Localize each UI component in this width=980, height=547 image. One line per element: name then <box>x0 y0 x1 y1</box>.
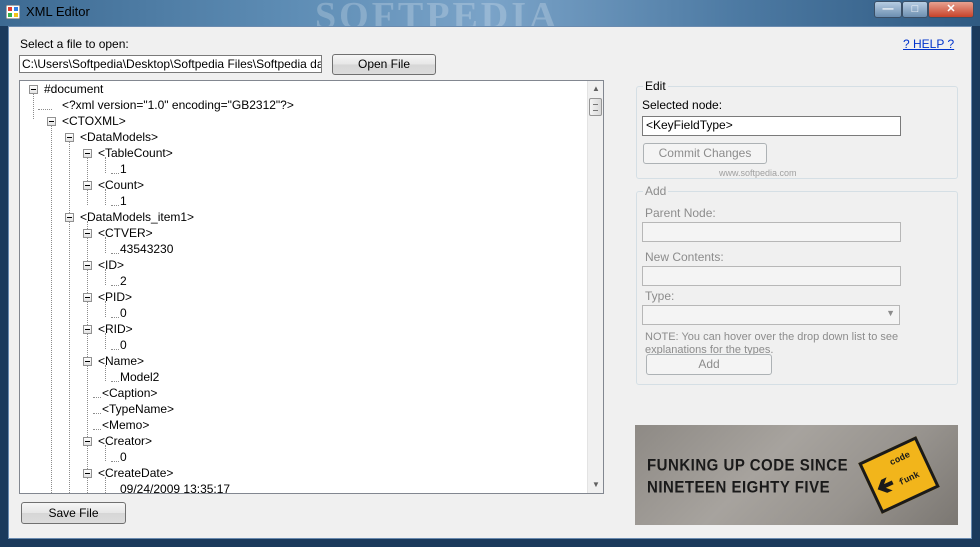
chevron-down-icon: ▼ <box>886 308 895 318</box>
collapse-toggle[interactable] <box>83 293 92 302</box>
collapse-toggle[interactable] <box>83 357 92 366</box>
maximize-button[interactable]: □ <box>902 1 928 18</box>
collapse-toggle[interactable] <box>83 325 92 334</box>
close-button[interactable]: ✕ <box>928 1 974 18</box>
main-panel: Select a file to open: C:\Users\Softpedi… <box>8 26 972 539</box>
tree-node[interactable]: <CTVER> <box>98 225 153 241</box>
tree-node[interactable]: <Caption> <box>102 385 157 401</box>
xml-editor-window: SOFTPEDIA XML Editor — □ ✕ Select a file… <box>0 0 980 547</box>
sign-word-2: funk <box>897 469 922 489</box>
scroll-thumb[interactable] <box>589 98 602 116</box>
collapse-toggle[interactable] <box>29 85 38 94</box>
tree-node[interactable]: <DataModels> <box>80 129 158 145</box>
parent-node-field[interactable] <box>642 222 901 242</box>
banner-line-2: NINETEEN EIGHTY FIVE <box>647 478 831 497</box>
edit-group-title: Edit <box>643 79 668 93</box>
tree-node[interactable]: 2 <box>120 273 127 289</box>
tree-node[interactable]: <TableCount> <box>98 145 173 161</box>
selected-node-field[interactable]: <KeyFieldType> <box>642 116 901 136</box>
banner-line-1: FUNKING UP CODE SINCE <box>647 456 849 475</box>
parent-node-label: Parent Node: <box>645 206 716 220</box>
title-bar[interactable]: SOFTPEDIA XML Editor — □ ✕ <box>0 0 980 37</box>
new-contents-field[interactable] <box>642 266 901 286</box>
xml-tree-view[interactable]: #document <?xml version="1.0" encoding="… <box>19 80 604 494</box>
tree-node[interactable]: 09/24/2009 13:35:17 <box>120 481 230 493</box>
tree-node[interactable]: <CreateDate> <box>98 465 173 481</box>
help-link[interactable]: ? HELP ? <box>903 37 954 51</box>
collapse-toggle[interactable] <box>83 437 92 446</box>
tree-node[interactable]: #document <box>44 81 103 97</box>
code-funk-sign-icon: 🡸 code funk <box>858 436 940 514</box>
tree-node[interactable]: <Creator> <box>98 433 152 449</box>
file-path-input[interactable]: C:\Users\Softpedia\Desktop\Softpedia Fil… <box>19 55 322 73</box>
sign-word-1: code <box>888 449 913 469</box>
scroll-up-icon[interactable]: ▲ <box>592 84 600 93</box>
collapse-toggle[interactable] <box>83 261 92 270</box>
window-title: XML Editor <box>26 4 90 19</box>
arrow-left-icon: 🡸 <box>871 470 899 501</box>
commit-changes-button[interactable]: Commit Changes <box>643 143 767 164</box>
tree-node[interactable]: <Count> <box>98 177 144 193</box>
tree-node[interactable]: <?xml version="1.0" encoding="GB2312"?> <box>62 97 294 113</box>
type-label: Type: <box>645 289 675 303</box>
collapse-toggle[interactable] <box>65 133 74 142</box>
tree-node[interactable]: <ID> <box>98 257 124 273</box>
tree-node[interactable]: <DataModels_item1> <box>80 209 194 225</box>
tree-node[interactable]: 43543230 <box>120 241 173 257</box>
tree-node[interactable]: 0 <box>120 305 127 321</box>
app-icon <box>6 5 20 19</box>
collapse-toggle[interactable] <box>65 213 74 222</box>
tree-scrollbar[interactable]: ▲ ▼ <box>587 81 603 493</box>
add-button[interactable]: Add <box>646 354 772 375</box>
collapse-toggle[interactable] <box>83 229 92 238</box>
selected-node-label: Selected node: <box>642 98 723 112</box>
collapse-toggle[interactable] <box>83 469 92 478</box>
add-group-title: Add <box>643 184 669 198</box>
collapse-toggle[interactable] <box>83 181 92 190</box>
collapse-toggle[interactable] <box>83 149 92 158</box>
save-file-button[interactable]: Save File <box>21 502 126 524</box>
tree-node[interactable]: <Memo> <box>102 417 149 433</box>
tree-node[interactable]: <Name> <box>98 353 144 369</box>
tree-node[interactable]: 1 <box>120 161 127 177</box>
tree-node[interactable]: <TypeName> <box>102 401 174 417</box>
scroll-down-icon[interactable]: ▼ <box>592 480 600 489</box>
tree-node[interactable]: 1 <box>120 193 127 209</box>
tree-node[interactable]: <RID> <box>98 321 133 337</box>
add-group: Add Parent Node: New Contents: Type: ▼ N… <box>636 184 958 385</box>
tree-node[interactable]: 0 <box>120 449 127 465</box>
softpedia-watermark: www.softpedia.com <box>719 168 797 178</box>
collapse-toggle[interactable] <box>47 117 56 126</box>
tree-node[interactable]: <CTOXML> <box>62 113 126 129</box>
open-file-button[interactable]: Open File <box>332 54 436 75</box>
type-dropdown[interactable]: ▼ <box>642 305 900 325</box>
tree-node[interactable]: 0 <box>120 337 127 353</box>
minimize-button[interactable]: — <box>874 1 902 18</box>
tree-node[interactable]: <PID> <box>98 289 132 305</box>
code-funk-banner: FUNKING UP CODE SINCE NINETEEN EIGHTY FI… <box>635 425 958 525</box>
new-contents-label: New Contents: <box>645 250 724 264</box>
edit-group: Edit Selected node: <KeyFieldType> Commi… <box>636 79 958 179</box>
tree-node[interactable]: Model2 <box>120 369 159 385</box>
select-file-label: Select a file to open: <box>20 37 129 51</box>
